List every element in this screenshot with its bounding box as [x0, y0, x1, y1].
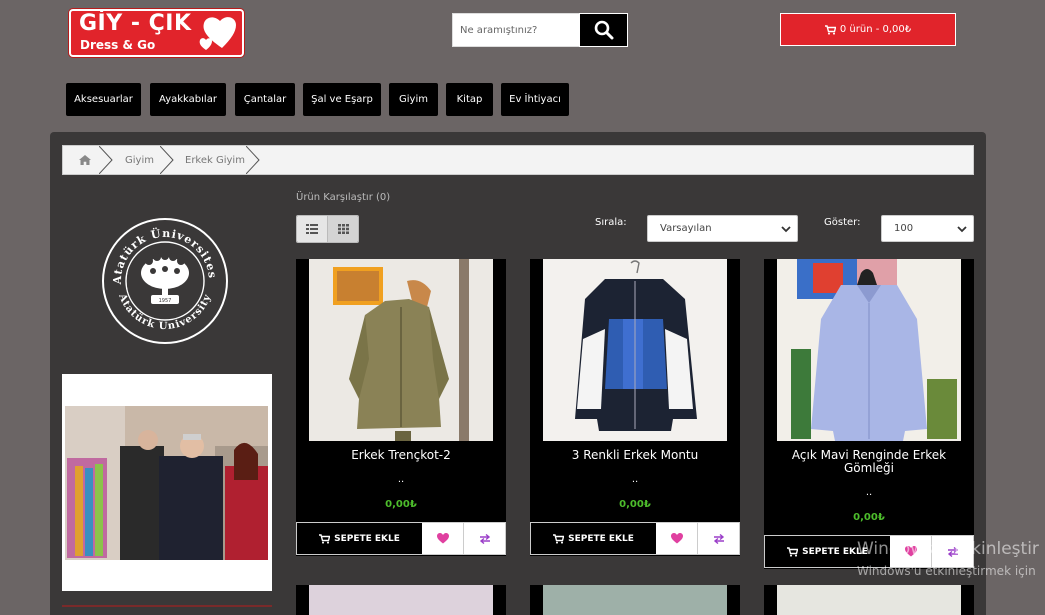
sort-select[interactable]: Varsayılan: [647, 215, 798, 242]
nav-item-cantalar[interactable]: Çantalar: [235, 83, 295, 116]
list-icon: [306, 224, 319, 234]
product-title[interactable]: Açık Mavi Renginde Erkek Gömleği: [774, 449, 964, 475]
product-card-partial: [764, 585, 974, 615]
show-selected-value: 100: [894, 223, 914, 234]
product-card: Açık Mavi Renginde Erkek Gömleği .. 0,00…: [764, 259, 974, 569]
product-image[interactable]: [777, 259, 961, 441]
cart-button[interactable]: 0 ürün - 0,00₺: [780, 13, 956, 46]
windows-activation-subtext: Windows'u etkinleştirmek için: [857, 564, 1036, 578]
logo-sub-text: Dress & Go: [80, 38, 156, 52]
product-price: 0,00₺: [619, 499, 651, 510]
nav-item-kitap[interactable]: Kitap: [446, 83, 493, 116]
breadcrumb-giyim[interactable]: Giyim: [125, 146, 154, 174]
wishlist-button[interactable]: [422, 523, 464, 554]
promo-photo-image: [65, 406, 268, 560]
cart-icon: [319, 533, 331, 544]
product-price: 0,00₺: [385, 499, 417, 510]
seal-year: 1957: [159, 298, 172, 304]
product-rating-dots: ..: [631, 474, 639, 485]
wishlist-button[interactable]: [656, 523, 698, 554]
product-actions: SEPETE EKLE: [296, 522, 506, 555]
nav-item-ayakkabilar[interactable]: Ayakkabılar: [150, 83, 226, 116]
list-view-button[interactable]: [297, 216, 328, 242]
product-rating-dots: ..: [397, 474, 405, 485]
grid-icon: [337, 224, 349, 234]
add-to-cart-button[interactable]: SEPETE EKLE: [531, 523, 656, 554]
breadcrumb: Giyim Erkek Giyim: [62, 145, 974, 175]
compare-link[interactable]: Ürün Karşılaştır (0): [296, 192, 390, 203]
sort-selected-value: Varsayılan: [660, 223, 712, 234]
heart-icon: [670, 533, 683, 544]
exchange-icon: [713, 533, 724, 544]
compare-button[interactable]: [698, 523, 739, 554]
cart-summary: 0 ürün - 0,00₺: [839, 24, 912, 35]
cart-icon: [824, 24, 836, 35]
exchange-icon: [479, 533, 490, 544]
add-to-cart-button[interactable]: SEPETE EKLE: [297, 523, 422, 554]
product-card-partial: [530, 585, 740, 615]
search-bar: [452, 13, 628, 47]
chevron-down-icon: [957, 226, 967, 233]
compare-button[interactable]: [464, 523, 505, 554]
product-image[interactable]: [309, 259, 493, 441]
seal-emblem: [141, 252, 189, 304]
add-to-cart-label: SEPETE EKLE: [334, 533, 400, 544]
view-toggle: [296, 215, 359, 243]
search-icon: [594, 20, 613, 40]
product-price: 0,00₺: [853, 512, 885, 523]
show-select[interactable]: 100: [881, 215, 974, 242]
nav-item-ev-ihtiyaci[interactable]: Ev İhtiyacı: [501, 83, 569, 116]
breadcrumb-erkek-giyim[interactable]: Erkek Giyim: [185, 146, 245, 174]
sort-label: Sırala:: [595, 217, 627, 228]
windows-activation-watermark: Windows'u Etkinleştir: [857, 539, 1039, 559]
nav-item-giyim[interactable]: Giyim: [389, 83, 438, 116]
breadcrumb-home[interactable]: [79, 146, 91, 174]
nav-item-aksesuarlar[interactable]: Aksesuarlar: [66, 83, 141, 116]
home-icon: [79, 155, 91, 165]
cart-icon: [787, 546, 799, 557]
product-actions: SEPETE EKLE: [530, 522, 740, 555]
sidebar-promo-photo[interactable]: [62, 374, 272, 591]
sidebar-divider: [62, 605, 272, 607]
product-image[interactable]: [777, 585, 961, 615]
product-rating-dots: ..: [865, 487, 873, 498]
breadcrumb-separator: [160, 146, 174, 174]
product-title[interactable]: 3 Renkli Erkek Montu: [540, 449, 730, 462]
product-card: Erkek Trençkot-2 .. 0,00₺ SEPETE EKLE: [296, 259, 506, 556]
product-image[interactable]: [309, 585, 493, 615]
breadcrumb-separator: [246, 146, 260, 174]
logo-main-text: GİY - ÇIK: [79, 11, 192, 36]
breadcrumb-separator: [99, 146, 113, 174]
cart-icon: [553, 533, 565, 544]
search-input[interactable]: [452, 13, 579, 47]
grid-view-button[interactable]: [327, 216, 358, 242]
show-label: Göster:: [824, 217, 861, 228]
heart-icon: [436, 533, 449, 544]
product-card-partial: [296, 585, 506, 615]
product-image[interactable]: [543, 585, 727, 615]
site-logo[interactable]: GİY - ÇIK Dress & Go: [69, 9, 244, 57]
university-seal-logo: Atatürk Üniversitesi Atatürk University …: [101, 217, 228, 344]
product-title[interactable]: Erkek Trençkot-2: [306, 449, 496, 462]
search-button[interactable]: [579, 13, 628, 47]
product-card: 3 Renkli Erkek Montu .. 0,00₺ SEPETE EKL…: [530, 259, 740, 556]
heart-logo-icon: [199, 17, 236, 50]
chevron-down-icon: [781, 226, 791, 233]
nav-item-sal-ve-esarp[interactable]: Şal ve Eşarp: [303, 83, 381, 116]
product-image[interactable]: [543, 259, 727, 441]
add-to-cart-label: SEPETE EKLE: [568, 533, 634, 544]
